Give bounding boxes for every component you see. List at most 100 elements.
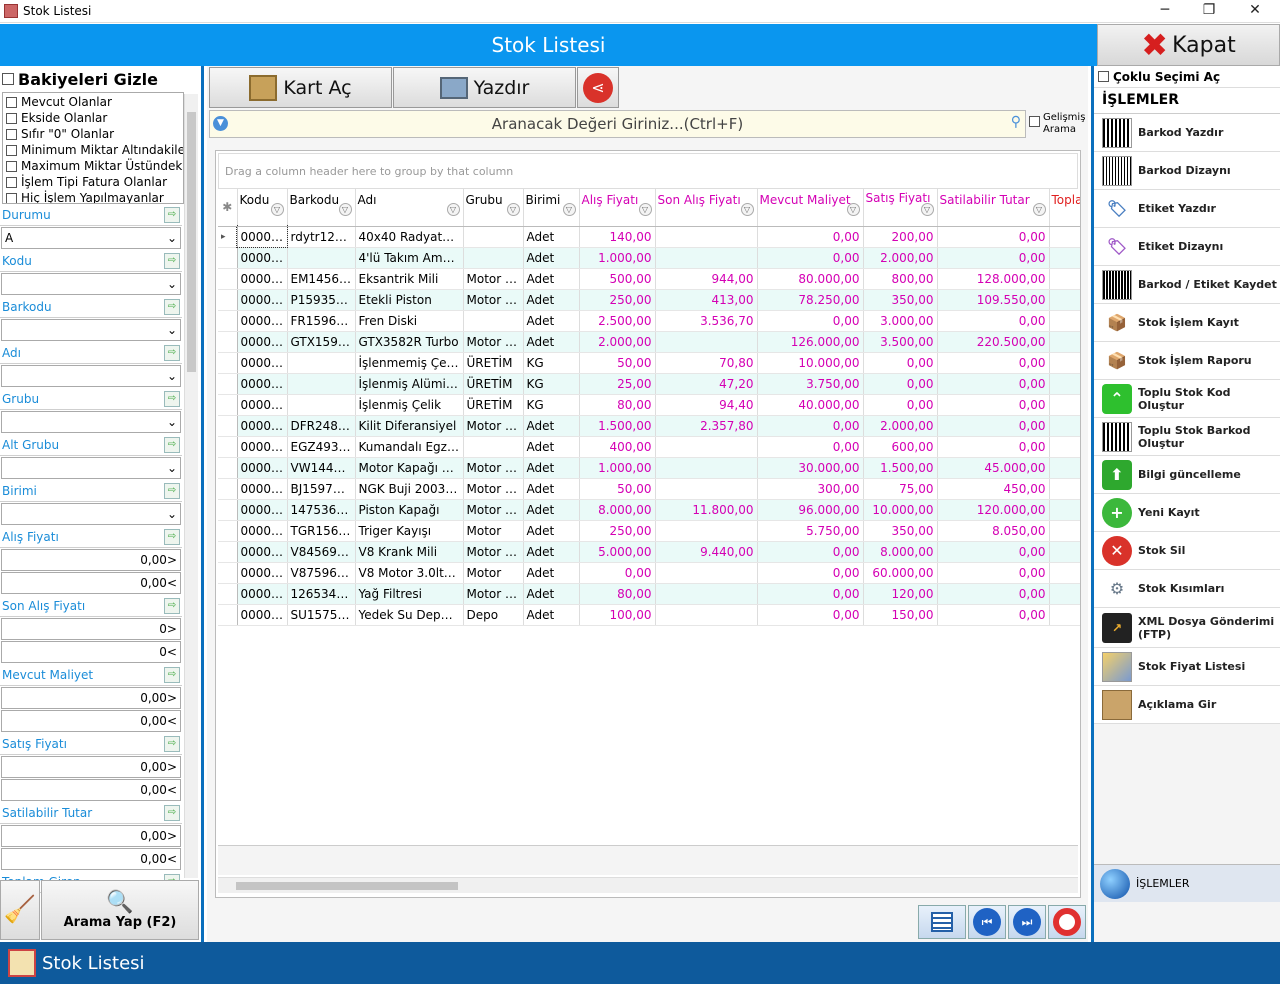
list-view-button[interactable] — [918, 905, 966, 939]
table-cell[interactable]: NGK Buji 2003 - ... — [355, 478, 464, 500]
table-row[interactable]: 000003 VW14452... Motor Kapağı VW Motor P..… — [218, 457, 1080, 479]
table-cell[interactable]: 0,00 — [937, 247, 1050, 269]
table-cell[interactable]: 0,00 — [757, 562, 864, 584]
table-cell[interactable]: 10.000,00 — [863, 499, 938, 521]
filter-icon[interactable]: ▽ — [846, 202, 860, 216]
table-cell[interactable]: 2.357,80 — [655, 415, 758, 437]
multi-select-checkbox[interactable]: Çoklu Seçimi Aç — [1094, 66, 1280, 88]
table-cell[interactable]: 0,00 — [937, 226, 1050, 248]
table-cell[interactable]: Adet — [523, 499, 580, 521]
table-cell[interactable]: 2.000,00 — [579, 331, 656, 353]
row-indicator[interactable] — [218, 499, 238, 521]
table-cell[interactable]: 5.750,00 — [757, 520, 864, 542]
table-row[interactable]: 000019 İşlenmiş Çelik ÜRETİM KG 80,00 94,40 40… — [218, 394, 1080, 416]
table-cell[interactable]: 2.000,00 — [863, 415, 938, 437]
table-cell[interactable]: 126.000,00 — [757, 331, 864, 353]
table-cell[interactable]: Adet — [523, 247, 580, 269]
table-cell[interactable]: 0,00 — [757, 310, 864, 332]
table-cell[interactable]: 3.750,00 — [757, 373, 864, 395]
table-cell[interactable]: EGZ4937... — [287, 436, 356, 458]
table-cell[interactable] — [655, 457, 758, 479]
table-cell[interactable]: 25,00 — [579, 373, 656, 395]
barkodu-select[interactable]: ⌄ — [1, 319, 181, 341]
table-cell[interactable]: Adet — [523, 310, 580, 332]
table-cell[interactable]: Adet — [523, 436, 580, 458]
print-button[interactable]: Yazdır — [393, 67, 576, 108]
op-barcode-print[interactable]: Barkod Yazdır — [1094, 114, 1280, 152]
table-cell[interactable]: 50,00 — [579, 478, 656, 500]
table-cell[interactable]: 000014 — [237, 268, 288, 290]
adi-select[interactable]: ⌄ — [1, 365, 181, 387]
table-cell[interactable]: FR15963... — [287, 310, 356, 332]
filter-icon[interactable]: ▽ — [562, 202, 576, 216]
table-cell[interactable]: Motor P... — [463, 415, 524, 437]
table-cell[interactable]: 000009 — [237, 436, 288, 458]
row-indicator[interactable] — [218, 331, 238, 353]
table-cell[interactable]: 1.000,00 — [579, 247, 656, 269]
table-cell[interactable] — [1049, 520, 1080, 542]
close-button[interactable]: ✖ Kapat — [1097, 24, 1280, 66]
table-cell[interactable]: 000007 — [237, 604, 288, 626]
table-cell[interactable]: 000012 — [237, 520, 288, 542]
satis-max-input[interactable]: 0,00< — [1, 779, 181, 801]
table-cell[interactable] — [287, 373, 356, 395]
table-cell[interactable]: KG — [523, 373, 580, 395]
table-cell[interactable]: 200,00 — [863, 226, 938, 248]
table-cell[interactable] — [287, 352, 356, 374]
table-cell[interactable]: 450,00 — [937, 478, 1050, 500]
table-cell[interactable]: 0,00 — [863, 352, 938, 374]
satilabilir-min-input[interactable]: 0,00> — [1, 825, 181, 847]
table-cell[interactable]: 3.536,70 — [655, 310, 758, 332]
filter-icon[interactable]: ▽ — [270, 202, 284, 216]
table-cell[interactable]: 000019 — [237, 394, 288, 416]
table-cell[interactable]: TGR1563... — [287, 520, 356, 542]
table-row[interactable]: 000008 4'lü Takım Amort... Adet 1.000,00 0,0… — [218, 247, 1080, 269]
table-cell[interactable]: P15935746 — [287, 289, 356, 311]
table-cell[interactable]: 3.500,00 — [863, 331, 938, 353]
table-cell[interactable]: BJ159753... — [287, 478, 356, 500]
table-cell[interactable]: Motor P... — [463, 478, 524, 500]
table-cell[interactable] — [1049, 310, 1080, 332]
table-cell[interactable]: 47,20 — [655, 373, 758, 395]
table-cell[interactable]: 0,00 — [863, 373, 938, 395]
table-cell[interactable]: Adet — [523, 478, 580, 500]
maximize-icon[interactable]: ❐ — [1194, 2, 1224, 18]
table-cell[interactable]: 1.500,00 — [863, 457, 938, 479]
table-cell[interactable]: 109.550,00 — [937, 289, 1050, 311]
table-cell[interactable] — [1049, 583, 1080, 605]
filter-icon[interactable]: ▽ — [638, 202, 652, 216]
table-cell[interactable]: Adet — [523, 226, 580, 248]
table-row[interactable]: 000011 BJ159753... NGK Buji 2003 - ... Moto… — [218, 478, 1080, 500]
table-cell[interactable]: Adet — [523, 415, 580, 437]
table-cell[interactable]: 0,00 — [937, 583, 1050, 605]
table-cell[interactable]: 000010 — [237, 499, 288, 521]
table-cell[interactable] — [655, 604, 758, 626]
table-cell[interactable] — [655, 520, 758, 542]
filter-apply-icon[interactable]: ⇨ — [164, 206, 180, 223]
table-cell[interactable]: 100,00 — [579, 604, 656, 626]
table-row[interactable]: 000004 1265345... Yağ Filtresi Motor P... Ad… — [218, 583, 1080, 605]
table-cell[interactable]: 0,00 — [757, 583, 864, 605]
table-cell[interactable]: 9.440,00 — [655, 541, 758, 563]
filter-icon[interactable]: ▽ — [506, 202, 520, 216]
left-scrollbar[interactable] — [184, 94, 198, 878]
table-cell[interactable]: Adet — [523, 457, 580, 479]
op-label-design[interactable]: 🏷 Etiket Dizaynı — [1094, 228, 1280, 266]
table-cell[interactable]: 75,00 — [863, 478, 938, 500]
table-cell[interactable]: 0,00 — [757, 247, 864, 269]
table-cell[interactable]: İşlenmemiş Çelik — [355, 352, 464, 374]
op-add-note[interactable]: Açıklama Gir — [1094, 686, 1280, 724]
table-cell[interactable]: ÜRETİM — [463, 373, 524, 395]
table-cell[interactable] — [287, 394, 356, 416]
table-cell[interactable] — [463, 247, 524, 269]
table-cell[interactable] — [655, 436, 758, 458]
table-cell[interactable]: 2.500,00 — [579, 310, 656, 332]
row-indicator[interactable] — [218, 562, 238, 584]
table-cell[interactable]: Adet — [523, 331, 580, 353]
table-cell[interactable]: 10.000,00 — [757, 352, 864, 374]
filter-icon[interactable]: ▽ — [338, 202, 352, 216]
table-cell[interactable]: 000004 — [237, 583, 288, 605]
table-cell[interactable]: 350,00 — [863, 289, 938, 311]
op-label-print[interactable]: 🏷 Etiket Yazdır — [1094, 190, 1280, 228]
table-cell[interactable]: 78.250,00 — [757, 289, 864, 311]
